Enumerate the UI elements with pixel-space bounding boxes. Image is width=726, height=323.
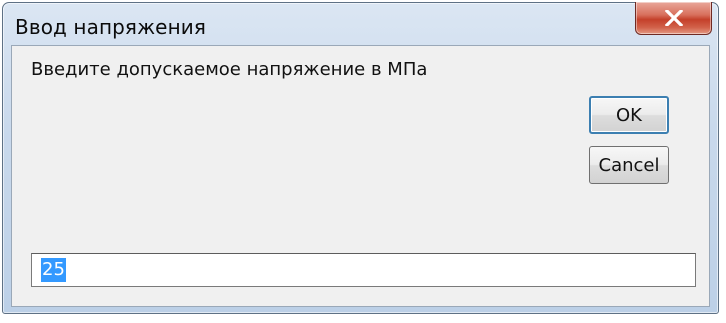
- title-bar[interactable]: Ввод напряжения: [3, 2, 718, 45]
- window-title: Ввод напряжения: [15, 15, 206, 39]
- prompt-label: Введите допускаемое напряжение в МПа: [31, 59, 428, 80]
- cancel-button[interactable]: Cancel: [589, 146, 669, 184]
- input-value-selected-text: 25: [41, 258, 66, 282]
- stress-value-input[interactable]: 25: [31, 253, 696, 287]
- close-icon: [665, 10, 683, 26]
- close-button[interactable]: [635, 2, 712, 35]
- ok-button[interactable]: OK: [589, 96, 669, 134]
